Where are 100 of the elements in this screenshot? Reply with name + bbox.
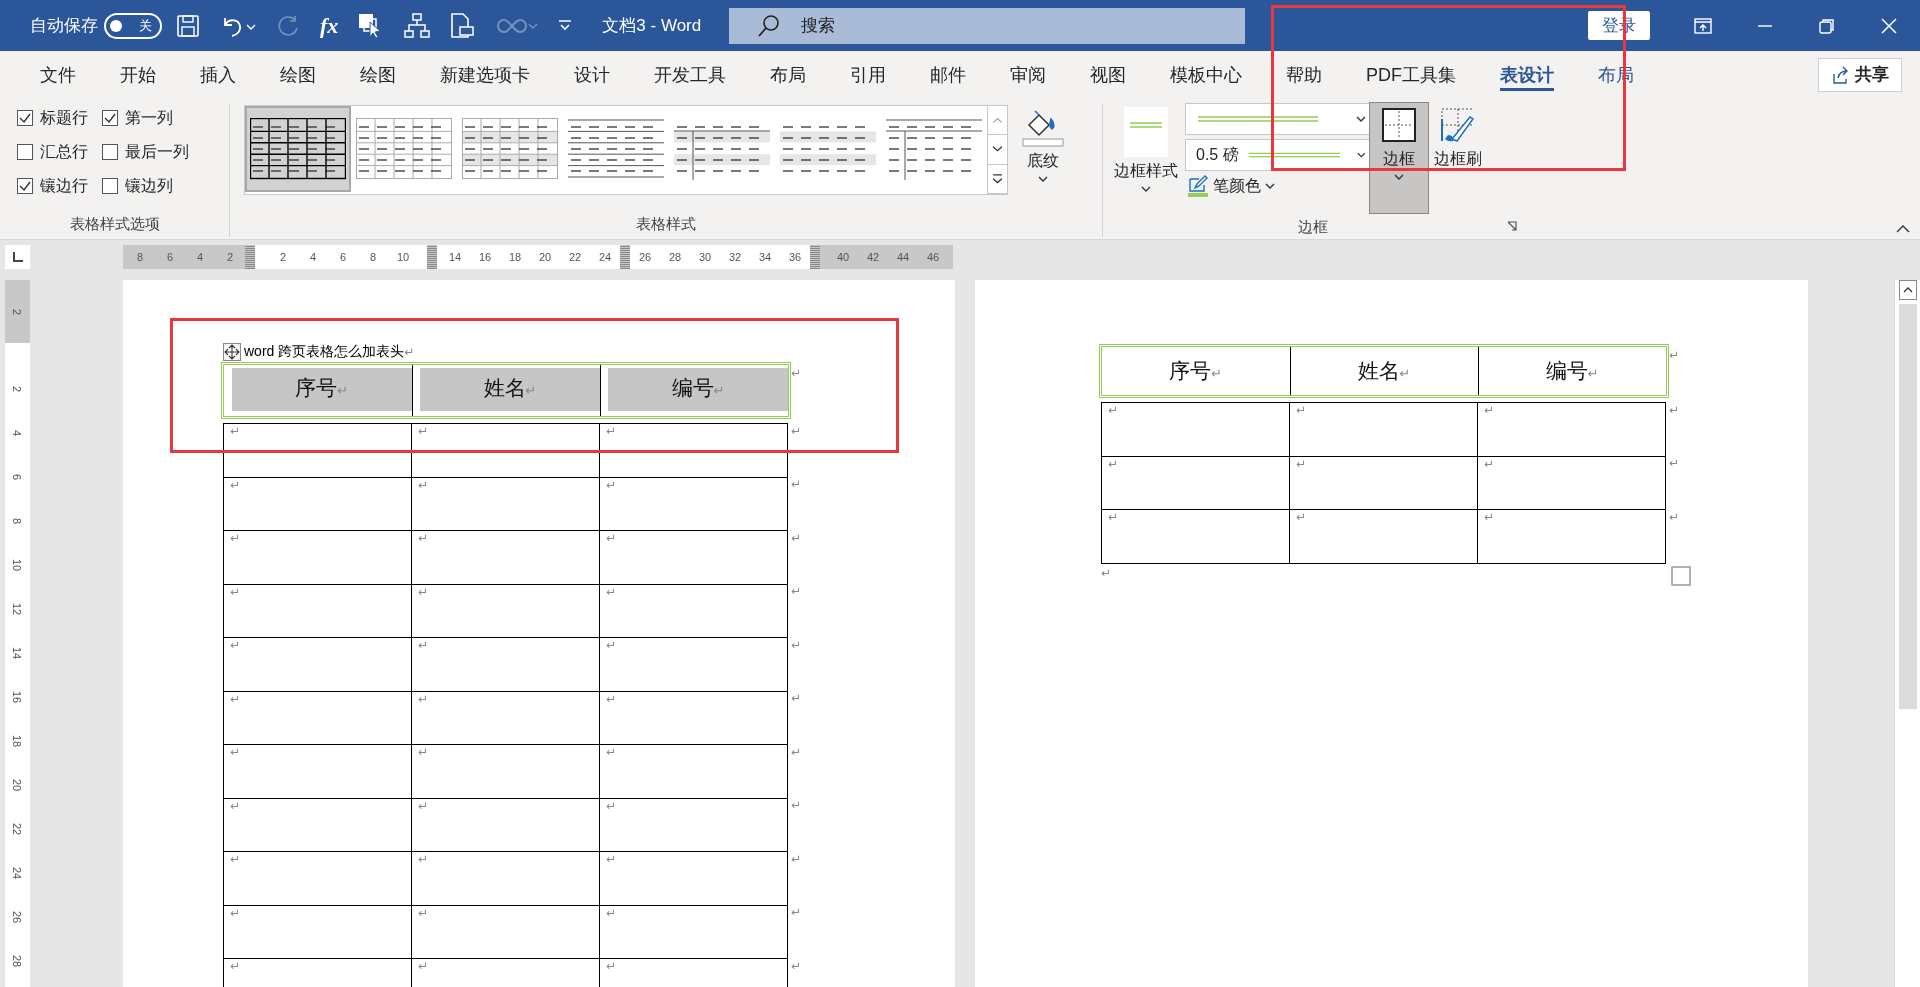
scrollbar-thumb[interactable] xyxy=(1898,304,1917,709)
ruler-number: 22 xyxy=(11,822,24,836)
row-end-mark: ↵ xyxy=(791,798,802,812)
ribbon-tab[interactable]: 开始 xyxy=(98,51,178,98)
borders-icon xyxy=(1379,105,1419,145)
ribbon-tab[interactable]: 开发工具 xyxy=(632,51,748,98)
row-end-mark: ↵ xyxy=(791,530,802,545)
checkbox-label[interactable]: 最后一列 xyxy=(125,141,189,163)
ruler-number: 2 xyxy=(11,385,24,393)
checkbox-label[interactable]: 汇总行 xyxy=(40,141,88,163)
column-marker[interactable] xyxy=(245,245,255,269)
column-marker[interactable] xyxy=(620,245,630,269)
checkmark-icon xyxy=(104,112,116,124)
column-marker[interactable] xyxy=(810,245,820,269)
row-end-mark: ↵ xyxy=(791,691,802,705)
close-icon[interactable] xyxy=(1880,16,1898,35)
row-end-mark: ↵ xyxy=(1669,402,1680,417)
dialog-launcher-icon[interactable] xyxy=(1507,221,1517,231)
ruler-number: 10 xyxy=(11,558,24,572)
restore-icon[interactable] xyxy=(1818,16,1836,35)
paragraph-mark: ↵ xyxy=(1101,565,1112,580)
group-label: 边框 xyxy=(1297,217,1329,237)
ruler-number: 34 xyxy=(757,251,773,263)
checkbox[interactable] xyxy=(102,178,118,194)
table-cell: ↵ xyxy=(599,477,788,531)
row-end-mark: ↵ xyxy=(1669,509,1680,524)
pen-weight-value: 0.5 磅 xyxy=(1196,144,1239,165)
row-end-mark: ↵ xyxy=(791,637,802,652)
ribbon-tab[interactable]: 布局 xyxy=(748,51,828,98)
checkbox-label[interactable]: 标题行 xyxy=(40,107,88,129)
ribbon-tab[interactable]: 新建选项卡 xyxy=(418,51,552,98)
table-cell: ↵ xyxy=(1477,402,1666,456)
row-end-mark: ↵ xyxy=(791,744,802,759)
ruler-number: 4 xyxy=(308,251,318,263)
ribbon-tab[interactable]: 绘图 xyxy=(258,51,338,98)
ribbon-tab[interactable]: 审阅 xyxy=(988,51,1068,98)
ruler-number: 24 xyxy=(597,251,613,263)
ribbon-tab[interactable]: 邮件 xyxy=(908,51,988,98)
ruler-number: 6 xyxy=(165,251,175,263)
autosave-toggle[interactable]: 关 xyxy=(104,12,162,39)
checkbox-label[interactable]: 镶边列 xyxy=(125,175,173,197)
row-end-mark: ↵ xyxy=(791,958,802,973)
caret-icon xyxy=(1265,183,1275,189)
table-cell: ↵ xyxy=(599,584,788,638)
scroll-up-icon[interactable] xyxy=(1898,280,1917,300)
table-style-option[interactable] xyxy=(245,106,351,192)
ruler-number: 8 xyxy=(11,517,24,525)
border-painter-button[interactable]: 边框刷 xyxy=(1429,102,1487,214)
ribbon-display-icon[interactable] xyxy=(1694,16,1712,35)
caret-icon xyxy=(1394,174,1404,180)
ruler-number: 44 xyxy=(895,251,911,263)
checkbox-label[interactable]: 第一列 xyxy=(125,107,173,129)
checkbox-label[interactable]: 镶边行 xyxy=(40,175,88,197)
caret-icon xyxy=(1356,116,1366,122)
ruler-number: 26 xyxy=(11,910,24,924)
checkbox[interactable] xyxy=(102,110,118,126)
save-icon[interactable] xyxy=(176,13,200,38)
ribbon-tab[interactable]: 绘图 xyxy=(338,51,418,98)
border-styles-button[interactable]: 边框样式 xyxy=(1109,104,1183,214)
ribbon-tab[interactable]: PDF工具集 xyxy=(1344,51,1478,98)
borders-button[interactable]: 边框 xyxy=(1369,102,1429,214)
ribbon-tab[interactable]: 插入 xyxy=(178,51,258,98)
table-resize-handle-icon[interactable] xyxy=(1671,565,1691,586)
table-cell: ↵ xyxy=(223,798,412,852)
ribbon-tab[interactable]: 文件 xyxy=(18,51,98,98)
checkbox[interactable] xyxy=(17,110,33,126)
checkmark-icon xyxy=(19,180,31,192)
table-cell: ↵ xyxy=(223,691,412,745)
paint-bucket-icon xyxy=(1021,107,1065,147)
table-move-handle-icon[interactable] xyxy=(223,343,241,361)
ruler-number: 22 xyxy=(567,251,583,263)
formula-button[interactable]: fx xyxy=(320,12,339,39)
table-cell: ↵ xyxy=(1101,456,1290,510)
ribbon-tab[interactable]: 视图 xyxy=(1068,51,1148,98)
hierarchy-icon[interactable] xyxy=(404,12,431,39)
heading-text: word 跨页表格怎么加表头↵ xyxy=(244,343,415,361)
checkbox[interactable] xyxy=(102,144,118,160)
checkbox[interactable] xyxy=(17,144,33,160)
customize-caret-icon[interactable] xyxy=(558,18,573,33)
ribbon-tab[interactable]: 模板中心 xyxy=(1148,51,1264,98)
ruler-number: 46 xyxy=(925,251,941,263)
table-cell: ↵ xyxy=(411,530,600,584)
ribbon-tab[interactable]: 设计 xyxy=(552,51,632,98)
collapse-ribbon-icon[interactable] xyxy=(1896,224,1910,233)
share-button[interactable]: 共享 xyxy=(1818,57,1902,92)
ribbon-tab[interactable]: 引用 xyxy=(828,51,908,98)
autosave-label: 自动保存 xyxy=(30,15,98,37)
ribbon-tab[interactable]: 帮助 xyxy=(1264,51,1344,98)
checkbox[interactable] xyxy=(17,178,33,194)
group-label: 表格样式选项 xyxy=(68,214,161,234)
search-field[interactable]: 搜索 xyxy=(729,7,1246,44)
ruler-number: 24 xyxy=(11,866,24,880)
shading-button[interactable]: 底纹 xyxy=(1016,104,1070,211)
table-cell: ↵ xyxy=(1289,509,1478,563)
column-marker[interactable] xyxy=(427,245,437,269)
ruler-number: 18 xyxy=(507,251,523,263)
tab-stop-icon[interactable] xyxy=(12,252,23,262)
ruler-number: 30 xyxy=(697,251,713,263)
row-end-mark: ↵ xyxy=(791,366,802,380)
document-icon[interactable] xyxy=(450,12,475,39)
